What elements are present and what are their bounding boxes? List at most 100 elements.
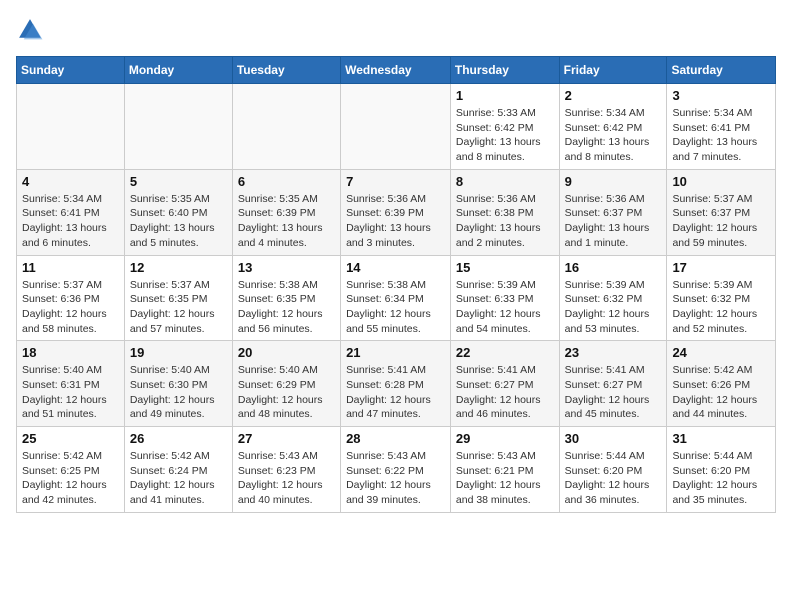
day-detail: Sunrise: 5:42 AM Sunset: 6:24 PM Dayligh… <box>130 449 227 508</box>
day-number: 7 <box>346 174 445 189</box>
day-detail: Sunrise: 5:42 AM Sunset: 6:25 PM Dayligh… <box>22 449 119 508</box>
day-number: 12 <box>130 260 227 275</box>
calendar-week-row: 18 Sunrise: 5:40 AM Sunset: 6:31 PM Dayli… <box>17 341 776 427</box>
day-detail: Sunrise: 5:42 AM Sunset: 6:26 PM Dayligh… <box>672 363 770 422</box>
calendar-cell: 27 Sunrise: 5:43 AM Sunset: 6:23 PM Dayli… <box>232 427 340 513</box>
day-detail: Sunrise: 5:41 AM Sunset: 6:28 PM Dayligh… <box>346 363 445 422</box>
day-detail: Sunrise: 5:35 AM Sunset: 6:40 PM Dayligh… <box>130 192 227 251</box>
weekday-header-row: SundayMondayTuesdayWednesdayThursdayFrid… <box>17 57 776 84</box>
day-number: 8 <box>456 174 554 189</box>
calendar-week-row: 25Sunrise: 5:42 AM Sunset: 6:25 PM Dayli… <box>17 427 776 513</box>
day-number: 4 <box>22 174 119 189</box>
calendar-table: SundayMondayTuesdayWednesdayThursdayFrid… <box>16 56 776 513</box>
calendar-cell: 3 Sunrise: 5:34 AM Sunset: 6:41 PM Daylig… <box>667 84 776 170</box>
calendar-cell <box>232 84 340 170</box>
day-detail: Sunrise: 5:44 AM Sunset: 6:20 PM Dayligh… <box>672 449 770 508</box>
weekday-header: Sunday <box>17 57 125 84</box>
weekday-header: Friday <box>559 57 667 84</box>
calendar-cell <box>124 84 232 170</box>
calendar-cell: 17 Sunrise: 5:39 AM Sunset: 6:32 PM Dayli… <box>667 255 776 341</box>
day-number: 5 <box>130 174 227 189</box>
weekday-header: Thursday <box>450 57 559 84</box>
day-detail: Sunrise: 5:43 AM Sunset: 6:22 PM Dayligh… <box>346 449 445 508</box>
calendar-cell: 22 Sunrise: 5:41 AM Sunset: 6:27 PM Dayli… <box>450 341 559 427</box>
calendar-week-row: 4 Sunrise: 5:34 AM Sunset: 6:41 PM Daylig… <box>17 169 776 255</box>
calendar-cell: 23Sunrise: 5:41 AM Sunset: 6:27 PM Dayli… <box>559 341 667 427</box>
calendar-cell: 1 Sunrise: 5:33 AM Sunset: 6:42 PM Daylig… <box>450 84 559 170</box>
calendar-cell: 16 Sunrise: 5:39 AM Sunset: 6:32 PM Dayli… <box>559 255 667 341</box>
day-number: 16 <box>565 260 662 275</box>
day-number: 15 <box>456 260 554 275</box>
calendar-cell: 21 Sunrise: 5:41 AM Sunset: 6:28 PM Dayli… <box>341 341 451 427</box>
day-number: 22 <box>456 345 554 360</box>
calendar-cell: 25Sunrise: 5:42 AM Sunset: 6:25 PM Dayli… <box>17 427 125 513</box>
calendar-cell: 2Sunrise: 5:34 AM Sunset: 6:42 PM Daylig… <box>559 84 667 170</box>
day-number: 28 <box>346 431 445 446</box>
day-number: 11 <box>22 260 119 275</box>
weekday-header: Saturday <box>667 57 776 84</box>
day-detail: Sunrise: 5:38 AM Sunset: 6:35 PM Dayligh… <box>238 278 335 337</box>
day-detail: Sunrise: 5:39 AM Sunset: 6:33 PM Dayligh… <box>456 278 554 337</box>
day-detail: Sunrise: 5:33 AM Sunset: 6:42 PM Dayligh… <box>456 106 554 165</box>
day-detail: Sunrise: 5:37 AM Sunset: 6:37 PM Dayligh… <box>672 192 770 251</box>
day-number: 20 <box>238 345 335 360</box>
logo <box>16 16 48 44</box>
calendar-cell: 30 Sunrise: 5:44 AM Sunset: 6:20 PM Dayli… <box>559 427 667 513</box>
page-header <box>16 16 776 44</box>
day-detail: Sunrise: 5:41 AM Sunset: 6:27 PM Dayligh… <box>456 363 554 422</box>
calendar-cell: 18 Sunrise: 5:40 AM Sunset: 6:31 PM Dayli… <box>17 341 125 427</box>
calendar-cell: 15 Sunrise: 5:39 AM Sunset: 6:33 PM Dayli… <box>450 255 559 341</box>
calendar-cell: 29 Sunrise: 5:43 AM Sunset: 6:21 PM Dayli… <box>450 427 559 513</box>
day-number: 17 <box>672 260 770 275</box>
day-detail: Sunrise: 5:34 AM Sunset: 6:42 PM Dayligh… <box>565 106 662 165</box>
day-number: 9 <box>565 174 662 189</box>
day-detail: Sunrise: 5:43 AM Sunset: 6:23 PM Dayligh… <box>238 449 335 508</box>
day-number: 19 <box>130 345 227 360</box>
day-detail: Sunrise: 5:37 AM Sunset: 6:35 PM Dayligh… <box>130 278 227 337</box>
day-number: 27 <box>238 431 335 446</box>
day-detail: Sunrise: 5:34 AM Sunset: 6:41 PM Dayligh… <box>672 106 770 165</box>
day-number: 14 <box>346 260 445 275</box>
calendar-cell: 8Sunrise: 5:36 AM Sunset: 6:38 PM Daylig… <box>450 169 559 255</box>
calendar-cell: 12 Sunrise: 5:37 AM Sunset: 6:35 PM Dayli… <box>124 255 232 341</box>
weekday-header: Wednesday <box>341 57 451 84</box>
calendar-cell: 26 Sunrise: 5:42 AM Sunset: 6:24 PM Dayli… <box>124 427 232 513</box>
day-number: 10 <box>672 174 770 189</box>
calendar-week-row: 11 Sunrise: 5:37 AM Sunset: 6:36 PM Dayli… <box>17 255 776 341</box>
logo-icon <box>16 16 44 44</box>
day-number: 30 <box>565 431 662 446</box>
weekday-header: Tuesday <box>232 57 340 84</box>
day-number: 29 <box>456 431 554 446</box>
day-number: 21 <box>346 345 445 360</box>
calendar-cell: 24 Sunrise: 5:42 AM Sunset: 6:26 PM Dayli… <box>667 341 776 427</box>
day-detail: Sunrise: 5:40 AM Sunset: 6:29 PM Dayligh… <box>238 363 335 422</box>
calendar-cell: 31Sunrise: 5:44 AM Sunset: 6:20 PM Dayli… <box>667 427 776 513</box>
weekday-header: Monday <box>124 57 232 84</box>
day-number: 18 <box>22 345 119 360</box>
calendar-cell <box>341 84 451 170</box>
day-detail: Sunrise: 5:39 AM Sunset: 6:32 PM Dayligh… <box>672 278 770 337</box>
calendar-cell <box>17 84 125 170</box>
day-detail: Sunrise: 5:43 AM Sunset: 6:21 PM Dayligh… <box>456 449 554 508</box>
calendar-cell: 14 Sunrise: 5:38 AM Sunset: 6:34 PM Dayli… <box>341 255 451 341</box>
calendar-cell: 28 Sunrise: 5:43 AM Sunset: 6:22 PM Dayli… <box>341 427 451 513</box>
day-detail: Sunrise: 5:39 AM Sunset: 6:32 PM Dayligh… <box>565 278 662 337</box>
day-number: 24 <box>672 345 770 360</box>
day-detail: Sunrise: 5:36 AM Sunset: 6:39 PM Dayligh… <box>346 192 445 251</box>
day-number: 13 <box>238 260 335 275</box>
day-number: 1 <box>456 88 554 103</box>
calendar-cell: 20 Sunrise: 5:40 AM Sunset: 6:29 PM Dayli… <box>232 341 340 427</box>
calendar-cell: 4 Sunrise: 5:34 AM Sunset: 6:41 PM Daylig… <box>17 169 125 255</box>
calendar-cell: 11 Sunrise: 5:37 AM Sunset: 6:36 PM Dayli… <box>17 255 125 341</box>
day-detail: Sunrise: 5:44 AM Sunset: 6:20 PM Dayligh… <box>565 449 662 508</box>
calendar-cell: 9Sunrise: 5:36 AM Sunset: 6:37 PM Daylig… <box>559 169 667 255</box>
calendar-cell: 7 Sunrise: 5:36 AM Sunset: 6:39 PM Daylig… <box>341 169 451 255</box>
day-detail: Sunrise: 5:40 AM Sunset: 6:30 PM Dayligh… <box>130 363 227 422</box>
day-number: 3 <box>672 88 770 103</box>
day-detail: Sunrise: 5:34 AM Sunset: 6:41 PM Dayligh… <box>22 192 119 251</box>
day-number: 26 <box>130 431 227 446</box>
day-detail: Sunrise: 5:37 AM Sunset: 6:36 PM Dayligh… <box>22 278 119 337</box>
day-detail: Sunrise: 5:38 AM Sunset: 6:34 PM Dayligh… <box>346 278 445 337</box>
calendar-cell: 10 Sunrise: 5:37 AM Sunset: 6:37 PM Dayli… <box>667 169 776 255</box>
day-detail: Sunrise: 5:40 AM Sunset: 6:31 PM Dayligh… <box>22 363 119 422</box>
